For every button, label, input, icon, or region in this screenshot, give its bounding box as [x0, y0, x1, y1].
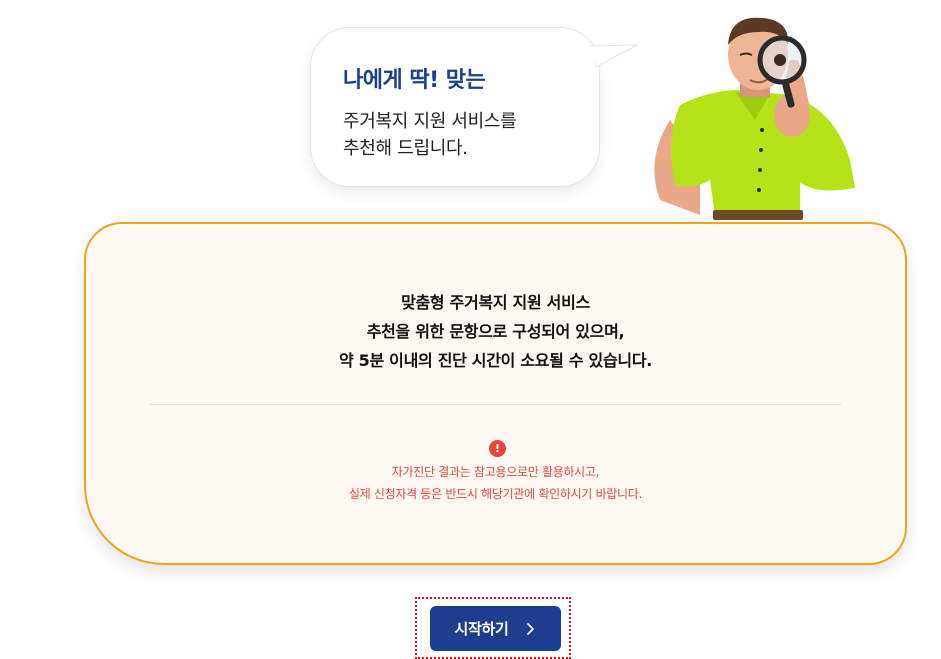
- card-line-1: 맞춤형 주거복지 지원 서비스: [401, 293, 590, 312]
- bubble-line-1: 주거복지 지원 서비스를: [343, 111, 517, 132]
- card-line-2: 추천을 위한 문항으로 구성되어 있으며,: [366, 322, 625, 341]
- bubble-title: 나에게 딱! 맞는: [343, 68, 486, 93]
- start-button[interactable]: 시작하기: [430, 606, 561, 651]
- start-button-label: 시작하기: [454, 620, 509, 638]
- warning-line-2: 실제 신청자격 등은 반드시 해당기관에 확인하시기 바랍니다.: [348, 487, 643, 501]
- chevron-right-icon: [526, 622, 534, 635]
- card-line-3: 약 5분 이내의 진단 시간이 소요될 수 있습니다.: [338, 351, 653, 370]
- info-card: 맞춤형 주거복지 지원 서비스 추천을 위한 문항으로 구성되어 있으며, 약 …: [84, 222, 907, 565]
- warning-line-1: 자가진단 결과는 참고용으로만 활용하시고,: [391, 465, 600, 479]
- speech-bubble: 나에게 딱! 맞는 주거복지 지원 서비스를 추천해 드립니다.: [310, 27, 600, 187]
- bubble-tail: [590, 44, 638, 68]
- divider: [150, 404, 841, 405]
- character-illustration: [654, 17, 855, 220]
- warning-text: 자가진단 결과는 참고용으로만 활용하시고, 실제 신청자격 등은 반드시 해당…: [86, 461, 905, 505]
- card-description: 맞춤형 주거복지 지원 서비스 추천을 위한 문항으로 구성되어 있으며, 약 …: [86, 288, 905, 375]
- bubble-line-2: 추천해 드립니다.: [343, 138, 468, 159]
- warning-icon: !: [489, 440, 506, 457]
